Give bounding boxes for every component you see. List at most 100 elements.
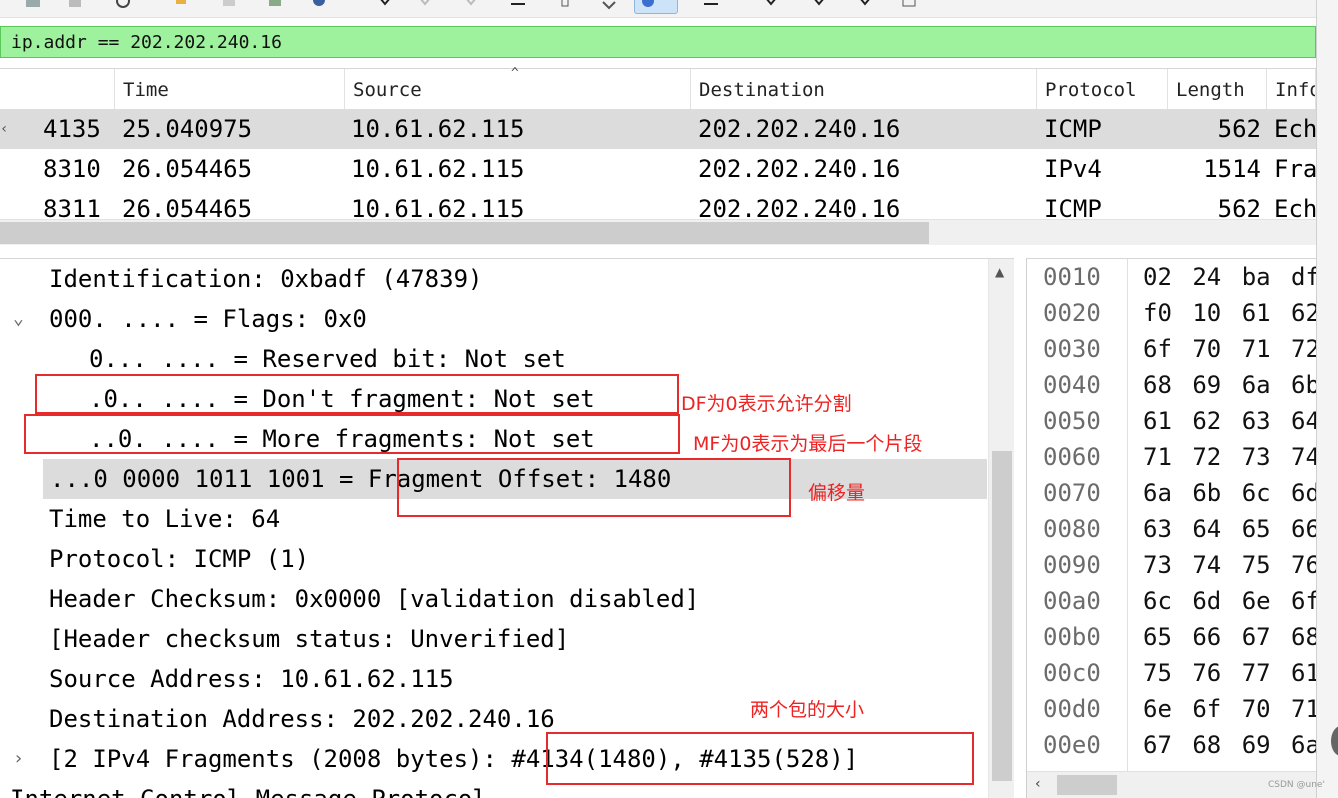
collapse-all-icon[interactable] <box>896 0 922 14</box>
packet-source: 10.61.62.115 <box>351 155 525 183</box>
detail-row-checksum-status[interactable]: [Header checksum status: Unverified] <box>0 619 990 659</box>
hex-offset: 0050 <box>1043 407 1101 435</box>
annotation-box-offset <box>397 458 791 517</box>
packet-time: 25.040975 <box>122 115 253 143</box>
hex-bytes: 6e 6f 70 71 <box>1143 695 1316 723</box>
display-filter-bar[interactable]: ip.addr == 202.202.240.16 <box>0 26 1316 58</box>
zoom-in-icon[interactable] <box>634 0 678 14</box>
save-file-icon[interactable] <box>62 0 88 14</box>
packet-row[interactable]: 8310 26.054465 10.61.62.115 202.202.240.… <box>0 149 1316 189</box>
auto-scroll-icon[interactable] <box>552 0 578 14</box>
next-packet-icon[interactable] <box>458 0 484 14</box>
hex-offset: 0070 <box>1043 479 1101 507</box>
packet-source: 10.61.62.115 <box>351 195 525 219</box>
display-filter-input[interactable]: ip.addr == 202.202.240.16 <box>11 31 282 55</box>
packet-row[interactable]: 8311 26.054465 10.61.62.115 202.202.240.… <box>0 189 1316 219</box>
detail-text: 000. .... = Flags: 0x0 <box>49 305 367 333</box>
hex-bytes: 6c 6d 6e 6f <box>1143 587 1316 615</box>
first-packet-icon[interactable] <box>372 0 398 14</box>
hex-bytes: 61 62 63 64 <box>1143 407 1316 435</box>
last-packet-icon[interactable] <box>505 0 531 14</box>
detail-text: Time to Live: 64 <box>49 505 281 533</box>
packet-info: Ech <box>1274 195 1316 219</box>
scrollbar-thumb[interactable] <box>992 451 1012 781</box>
hex-offset: 00c0 <box>1043 659 1101 687</box>
detail-text: Protocol: ICMP (1) <box>49 545 310 573</box>
annotation-box-fragments <box>546 732 974 785</box>
scrollbar-thumb[interactable] <box>1057 775 1117 795</box>
hex-bytes: 71 72 73 74 <box>1143 443 1316 471</box>
hex-offset: 0040 <box>1043 371 1101 399</box>
annotation-box-df <box>35 374 679 414</box>
col-header-info[interactable]: Info <box>1267 69 1316 109</box>
prev-packet-icon[interactable] <box>412 0 438 14</box>
scroll-left-arrow-icon[interactable]: ‹ <box>1035 776 1041 792</box>
go-back-icon[interactable] <box>216 0 242 14</box>
detail-row-reserved-bit[interactable]: 0... .... = Reserved bit: Not set <box>0 339 990 379</box>
packet-list-horizontal-scrollbar[interactable] <box>0 219 1316 245</box>
packet-length: 562 <box>1217 115 1261 143</box>
col-header-destination[interactable]: Destination <box>691 69 1037 109</box>
hex-bytes: 6a 6b 6c 6d <box>1143 479 1316 507</box>
expand-subtrees-icon[interactable] <box>852 0 878 14</box>
hex-bytes: 68 69 6a 6b <box>1143 371 1316 399</box>
collapse-arrow-icon[interactable]: › <box>13 739 24 779</box>
packet-source: 10.61.62.115 <box>351 115 525 143</box>
hex-offset: 00b0 <box>1043 623 1101 651</box>
detail-text: 0... .... = Reserved bit: Not set <box>89 345 566 373</box>
colorize-icon[interactable] <box>596 0 622 14</box>
packet-protocol: IPv4 <box>1044 155 1102 183</box>
hex-column-divider <box>1127 259 1128 779</box>
packet-bytes-pane: 0010 02 24 ba df 0020 f0 10 61 62 0030 6f 7… <box>1026 258 1316 798</box>
detail-row-flags[interactable]: ⌄ 000. .... = Flags: 0x0 <box>0 299 990 339</box>
packet-no: 8310 <box>43 155 101 183</box>
packet-time: 26.054465 <box>122 155 253 183</box>
detail-row-source-address[interactable]: Source Address: 10.61.62.115 <box>0 659 990 699</box>
hex-bytes: 02 24 ba df <box>1143 263 1316 291</box>
resize-columns-icon[interactable] <box>806 0 832 14</box>
hex-offset: 0090 <box>1043 551 1101 579</box>
hex-offset: 00d0 <box>1043 695 1101 723</box>
col-header-length[interactable]: Length <box>1168 69 1267 109</box>
main-toolbar <box>0 0 1316 18</box>
scroll-up-arrow-icon[interactable]: ▲ <box>995 265 1004 279</box>
packet-row[interactable]: ‹ 4135 25.040975 10.61.62.115 202.202.24… <box>0 109 1316 149</box>
hex-bytes: 73 74 75 76 <box>1143 551 1316 579</box>
zoom-out-icon[interactable] <box>698 0 724 14</box>
packet-list: Time Source ^ Destination Protocol Lengt… <box>0 67 1316 245</box>
reload-icon[interactable] <box>110 0 136 14</box>
details-vertical-scrollbar[interactable]: ▲ <box>988 259 1014 798</box>
hex-offset: 00e0 <box>1043 731 1101 759</box>
packet-no: 4135 <box>43 115 101 143</box>
open-file-icon[interactable] <box>20 0 46 14</box>
packet-time: 26.054465 <box>122 195 253 219</box>
detail-text: Internet Control Message Protocol <box>10 779 487 798</box>
detail-text: Identification: 0xbadf (47839) <box>49 265 483 293</box>
annotation-note-mf: MF为0表示为最后一个片段 <box>693 433 923 455</box>
scrollbar-thumb[interactable] <box>0 222 929 244</box>
normal-size-icon[interactable] <box>758 0 784 14</box>
packet-destination: 202.202.240.16 <box>698 195 901 219</box>
side-handle-icon[interactable] <box>1331 726 1338 756</box>
detail-row-protocol[interactable]: Protocol: ICMP (1) <box>0 539 990 579</box>
annotation-note-df: DF为0表示允许分割 <box>681 393 852 415</box>
annotation-note-fragments: 两个包的大小 <box>750 699 865 721</box>
expand-arrow-icon[interactable]: ⌄ <box>13 299 24 339</box>
packet-info: Ech <box>1274 115 1316 143</box>
hex-bytes: 65 66 67 68 <box>1143 623 1316 651</box>
packet-info: Fra <box>1274 155 1316 183</box>
col-header-time[interactable]: Time <box>115 69 345 109</box>
go-to-packet-icon[interactable] <box>306 0 332 14</box>
col-header-protocol[interactable]: Protocol <box>1037 69 1168 109</box>
hex-offset: 0030 <box>1043 335 1101 363</box>
packet-destination: 202.202.240.16 <box>698 155 901 183</box>
detail-row-header-checksum[interactable]: Header Checksum: 0x0000 [validation disa… <box>0 579 990 619</box>
go-forward-icon[interactable] <box>262 0 288 14</box>
col-header-no[interactable] <box>0 69 115 109</box>
packet-length: 1514 <box>1203 155 1261 183</box>
hex-offset: 0020 <box>1043 299 1101 327</box>
detail-row-identification[interactable]: Identification: 0xbadf (47839) <box>0 259 990 299</box>
find-packet-icon[interactable] <box>168 0 194 14</box>
packet-length: 562 <box>1217 195 1261 219</box>
annotation-box-mf <box>24 414 680 454</box>
